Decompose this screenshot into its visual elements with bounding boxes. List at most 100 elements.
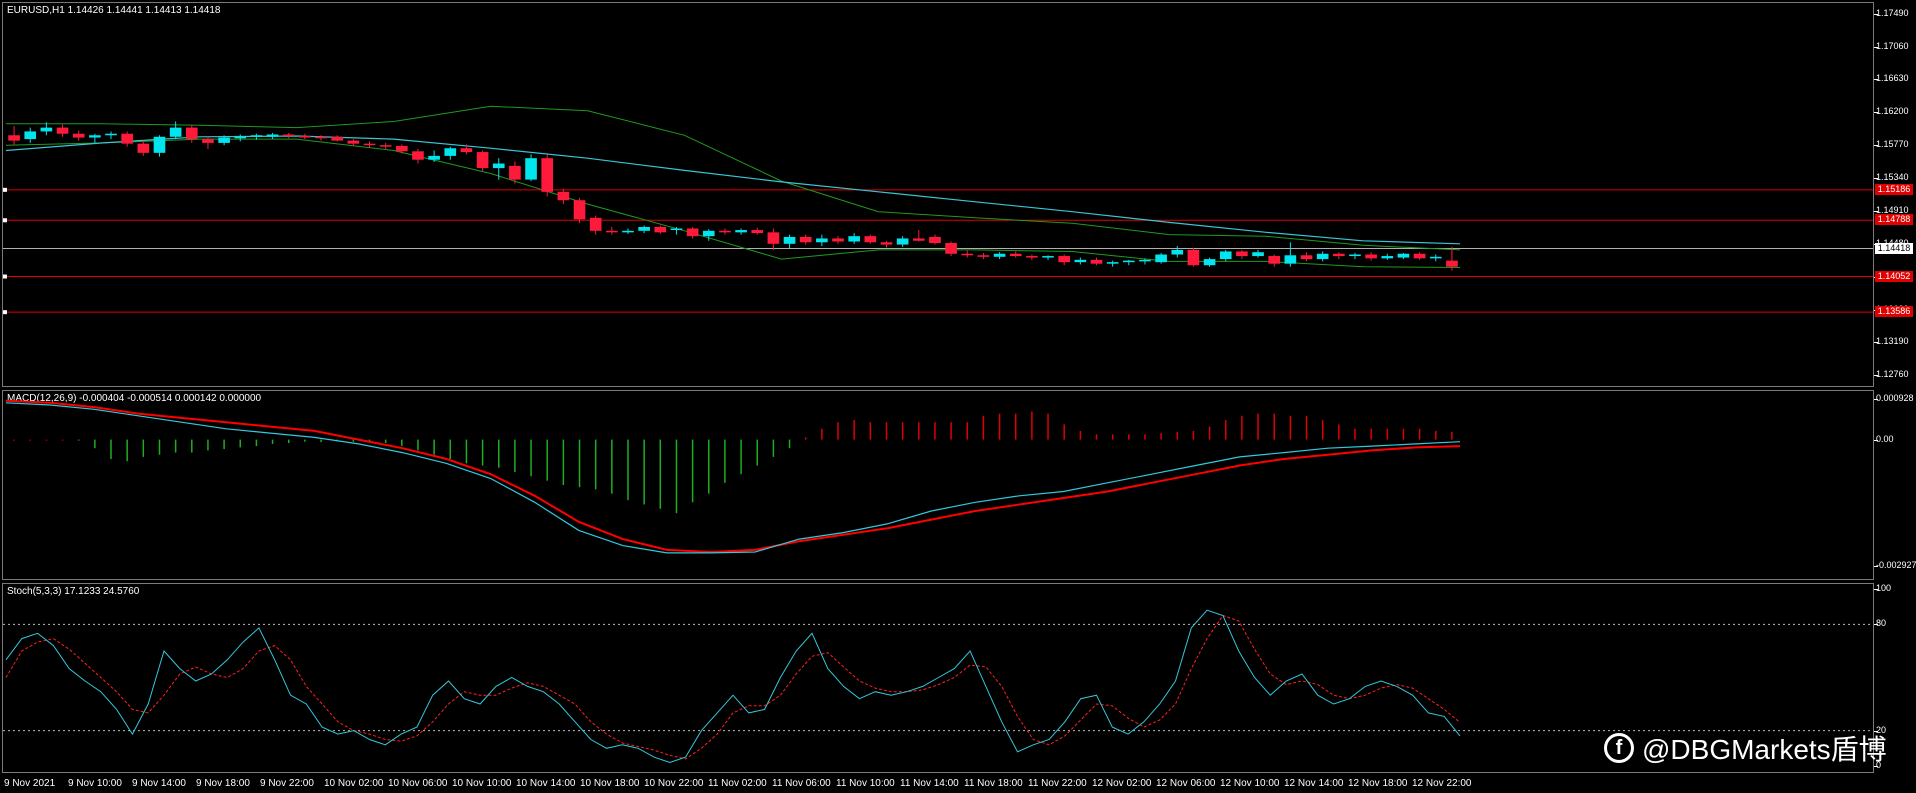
upper-band-line — [6, 105, 1461, 251]
level-handle — [3, 310, 7, 315]
time-axis-label: 10 Nov 14:00 — [516, 778, 576, 789]
candle-body — [912, 238, 925, 241]
level-handle — [3, 274, 7, 279]
price-axis-label: 1.15770 — [1876, 139, 1909, 150]
candle-body — [702, 230, 715, 237]
candle-body — [735, 230, 747, 233]
price-axis-label: 1.16200 — [1876, 106, 1909, 117]
candle-body — [816, 238, 828, 243]
candle-body — [331, 136, 344, 141]
candle-body — [266, 134, 279, 137]
candle-body — [1333, 253, 1345, 257]
price-axis-label: 1.17490 — [1876, 7, 1909, 18]
current-price-tag: 1.14418 — [1875, 242, 1913, 254]
level-handle — [3, 218, 7, 223]
candle-body — [606, 230, 618, 233]
time-axis-label: 12 Nov 14:00 — [1284, 778, 1344, 789]
time-axis-label: 11 Nov 22:00 — [1028, 778, 1087, 789]
time-axis-label: 10 Nov 22:00 — [644, 778, 704, 789]
candle-body — [1252, 252, 1264, 257]
candle-body — [799, 236, 812, 243]
price-axis-label: 1.17060 — [1876, 40, 1909, 51]
candle-body — [395, 145, 408, 152]
candle-body — [1074, 259, 1087, 263]
candle-body — [1155, 254, 1167, 263]
time-axis-label: 11 Nov 02:00 — [708, 778, 767, 789]
candle-body — [1349, 254, 1361, 257]
level-price-tag: 1.13586 — [1875, 306, 1913, 318]
candle-body — [719, 230, 731, 233]
candle-body — [185, 127, 198, 140]
macd-axis-label: 0.000928 — [1876, 393, 1914, 404]
candle-body — [1365, 254, 1377, 259]
level-price-tag: 1.15186 — [1875, 183, 1913, 195]
time-axis-label: 12 Nov 22:00 — [1412, 778, 1472, 789]
candle-body — [40, 127, 53, 132]
candle-body — [977, 255, 990, 257]
candle-body — [573, 200, 586, 220]
candle-body — [105, 133, 117, 136]
candle-body — [654, 226, 667, 233]
candle-body — [783, 236, 796, 244]
candle-body — [1187, 249, 1200, 266]
time-axis-label: 9 Nov 14:00 — [132, 778, 186, 789]
candle-body — [202, 139, 214, 143]
candle-body — [961, 253, 974, 256]
candle-body — [24, 131, 37, 140]
candle-body — [993, 253, 1006, 257]
candle-body — [72, 133, 85, 138]
macd-axis-label: 0.00 — [1876, 433, 1894, 444]
candle-body — [525, 158, 537, 180]
candle-body — [121, 133, 133, 144]
candle-body — [1397, 253, 1410, 258]
stoch-main-line — [5, 609, 1461, 764]
time-axis-label: 11 Nov 18:00 — [964, 778, 1023, 789]
time-axis-label: 9 Nov 2021 — [4, 778, 56, 789]
candle-body — [315, 136, 327, 139]
candle-body — [282, 134, 295, 137]
candle-body — [1316, 253, 1329, 260]
level-price-tag: 1.14052 — [1875, 270, 1913, 282]
candle-body — [56, 127, 69, 134]
candle-body — [137, 143, 150, 153]
time-axis-label: 11 Nov 10:00 — [836, 778, 895, 789]
candle-body — [945, 243, 957, 254]
candle-body — [767, 232, 780, 244]
level-handle — [3, 187, 7, 192]
level-price-tag: 1.14788 — [1875, 214, 1913, 226]
candle-body — [153, 136, 166, 153]
candle-body — [557, 191, 570, 201]
time-axis-label: 11 Nov 06:00 — [772, 778, 831, 789]
candle-body — [686, 228, 699, 237]
chart-canvas — [3, 105, 1873, 764]
time-axis-label: 10 Nov 10:00 — [452, 778, 512, 789]
dbg-logo-icon: f — [1604, 733, 1634, 763]
candle-body — [1090, 259, 1103, 264]
price-axis-label: 1.13190 — [1876, 336, 1909, 347]
candle-body — [622, 230, 634, 233]
candle-body — [1268, 256, 1281, 264]
candle-body — [1429, 256, 1442, 259]
time-axis-label: 10 Nov 02:00 — [324, 778, 384, 789]
candle-body — [234, 136, 247, 139]
candle-body — [428, 155, 440, 160]
candle-body — [299, 136, 311, 138]
stoch-axis-label: 80 — [1876, 618, 1887, 629]
candle-body — [1026, 256, 1038, 258]
candle-body — [492, 163, 505, 169]
time-axis-label: 10 Nov 18:00 — [580, 778, 640, 789]
candle-body — [8, 135, 20, 141]
candle-body — [379, 145, 392, 147]
candle-body — [1236, 251, 1248, 257]
candle-body — [476, 152, 489, 169]
stoch-axis-label: 100 — [1876, 583, 1892, 593]
candle-body — [444, 148, 457, 156]
candle-body — [89, 135, 101, 138]
price-axis-label: 1.15340 — [1876, 172, 1909, 183]
candle-body — [848, 236, 860, 242]
time-axis-label: 9 Nov 18:00 — [196, 778, 250, 789]
candle-body — [1381, 256, 1394, 259]
candle-body — [670, 228, 683, 231]
candle-body — [541, 158, 554, 192]
candle-body — [460, 148, 473, 153]
